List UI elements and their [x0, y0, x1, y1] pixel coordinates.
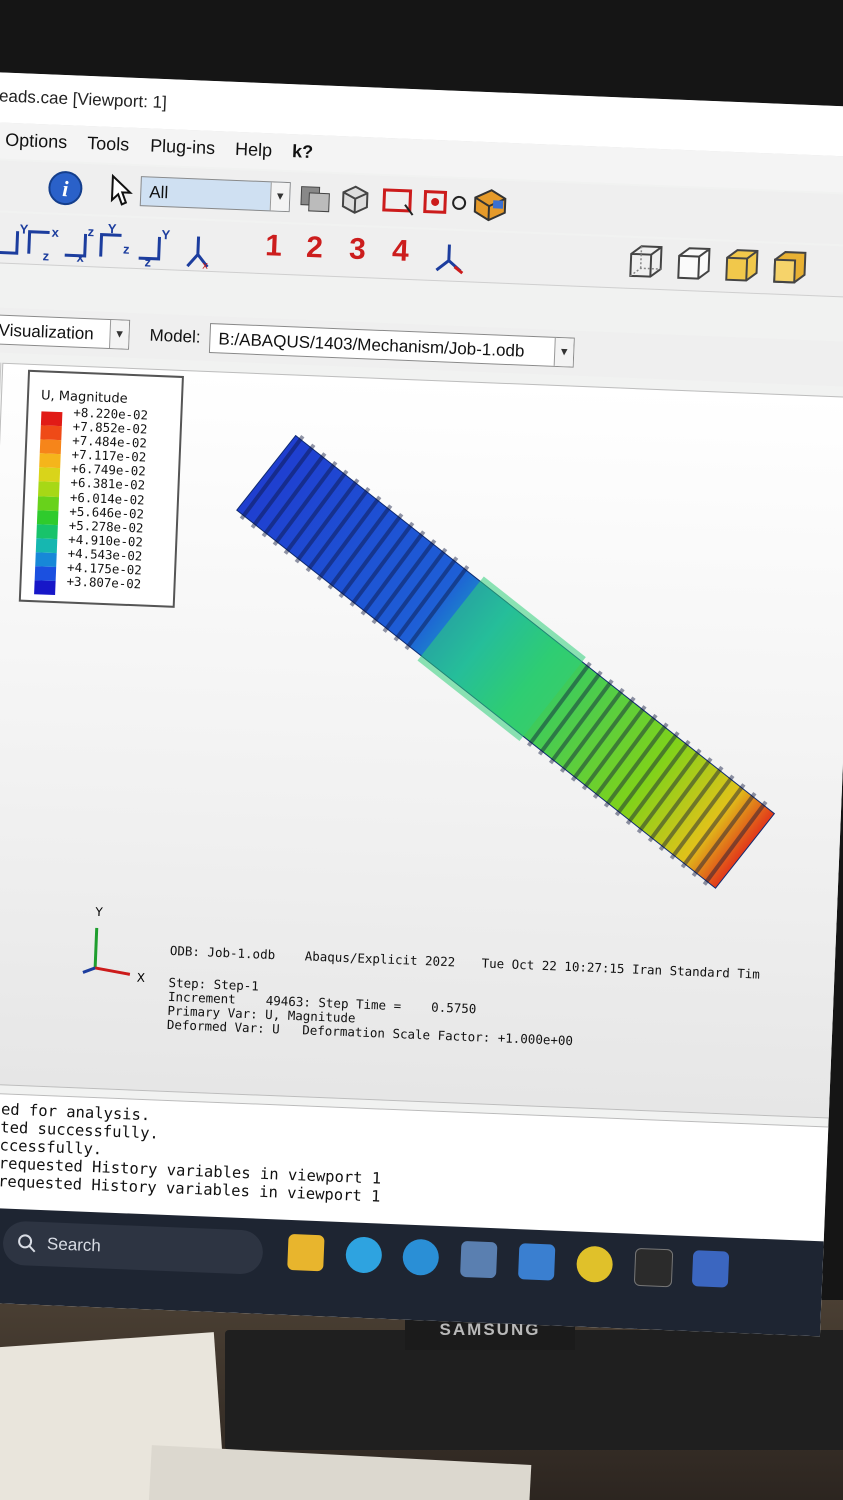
menu-tools[interactable]: Tools	[87, 133, 130, 156]
svg-text:Y: Y	[108, 221, 118, 236]
taskbar-search[interactable]: Search	[2, 1220, 264, 1275]
svg-text:x: x	[51, 225, 60, 240]
abaqus-icon[interactable]	[691, 1250, 730, 1288]
svg-text:x: x	[76, 250, 85, 265]
svg-text:z: z	[144, 254, 152, 269]
chevron-down-icon: ▼	[269, 182, 290, 212]
edge-icon[interactable]	[402, 1238, 440, 1276]
module-combo[interactable]: Visualization ▼	[0, 314, 131, 350]
svg-text:x: x	[202, 260, 208, 271]
probe-icon[interactable]	[420, 185, 469, 221]
select-surface-icon[interactable]	[297, 180, 334, 215]
chevron-down-icon: ▼	[109, 320, 130, 349]
select-cells-icon[interactable]	[336, 182, 373, 217]
module-value: Visualization	[0, 320, 95, 344]
triad-x-label: X	[136, 971, 145, 985]
filled-icon[interactable]	[718, 243, 764, 289]
window-title: eads.cae [Viewport: 1]	[0, 86, 168, 113]
view-axes-icons[interactable]: xYzxzxYzYz x	[0, 218, 214, 271]
menu-options[interactable]: Options	[5, 130, 68, 153]
svg-text:Y: Y	[161, 227, 171, 242]
terminal-icon[interactable]	[633, 1247, 674, 1288]
svg-text:z: z	[42, 248, 50, 263]
calculator-icon[interactable]	[460, 1240, 498, 1279]
view-4-button[interactable]: 4	[391, 234, 409, 269]
view-1-button[interactable]: 1	[265, 229, 283, 264]
svg-text:Y: Y	[19, 221, 29, 236]
hidden-line-icon[interactable]	[670, 241, 716, 287]
viewport-1[interactable]: U, Magnitude +8.220e-02 +7.852e-02 +7.484e…	[0, 362, 843, 1121]
chrome-icon[interactable]	[575, 1245, 614, 1283]
search-placeholder: Search	[46, 1234, 102, 1256]
svg-text:z: z	[87, 224, 95, 239]
display-group-icon[interactable]	[468, 185, 509, 223]
model-combo[interactable]: B:/ABAQUS/1403/Mechanism/Job-1.odb ▼	[208, 323, 575, 368]
photo-scene: SAMSUNG eads.cae [Viewport: 1] Options T…	[0, 0, 843, 1500]
pointer-icon[interactable]	[107, 173, 136, 208]
bolt-model: Y X	[82, 434, 776, 985]
threaded-rod	[236, 434, 776, 889]
shaded-icon[interactable]	[766, 245, 812, 291]
menu-plugins[interactable]: Plug-ins	[150, 135, 216, 159]
model-path: B:/ABAQUS/1403/Mechanism/Job-1.odb	[218, 329, 525, 361]
axis-triad: Y X	[82, 905, 145, 985]
info-icon[interactable]: i	[47, 169, 84, 206]
triad-y-label: Y	[94, 905, 104, 919]
view-3-button[interactable]: 3	[348, 233, 367, 268]
screen: eads.cae [Viewport: 1] Options Tools Plu…	[0, 72, 843, 1337]
file-explorer-icon[interactable]	[287, 1233, 325, 1272]
model-label: Model:	[149, 325, 201, 347]
svg-text:z: z	[123, 241, 131, 256]
selection-filter-value: All	[148, 182, 169, 203]
iso-view-icon[interactable]	[430, 236, 468, 279]
wireframe-icon[interactable]	[622, 240, 668, 286]
app-icon[interactable]	[517, 1243, 556, 1281]
whats-this-button[interactable]: k?	[292, 141, 314, 163]
selection-filter-combo[interactable]: All ▼	[139, 176, 291, 213]
menu-help[interactable]: Help	[235, 139, 273, 161]
view-2-button[interactable]: 2	[306, 231, 324, 266]
chevron-down-icon: ▼	[553, 337, 574, 367]
search-icon	[18, 1234, 36, 1253]
box-select-icon[interactable]	[378, 184, 417, 219]
telegram-icon[interactable]	[345, 1236, 383, 1274]
